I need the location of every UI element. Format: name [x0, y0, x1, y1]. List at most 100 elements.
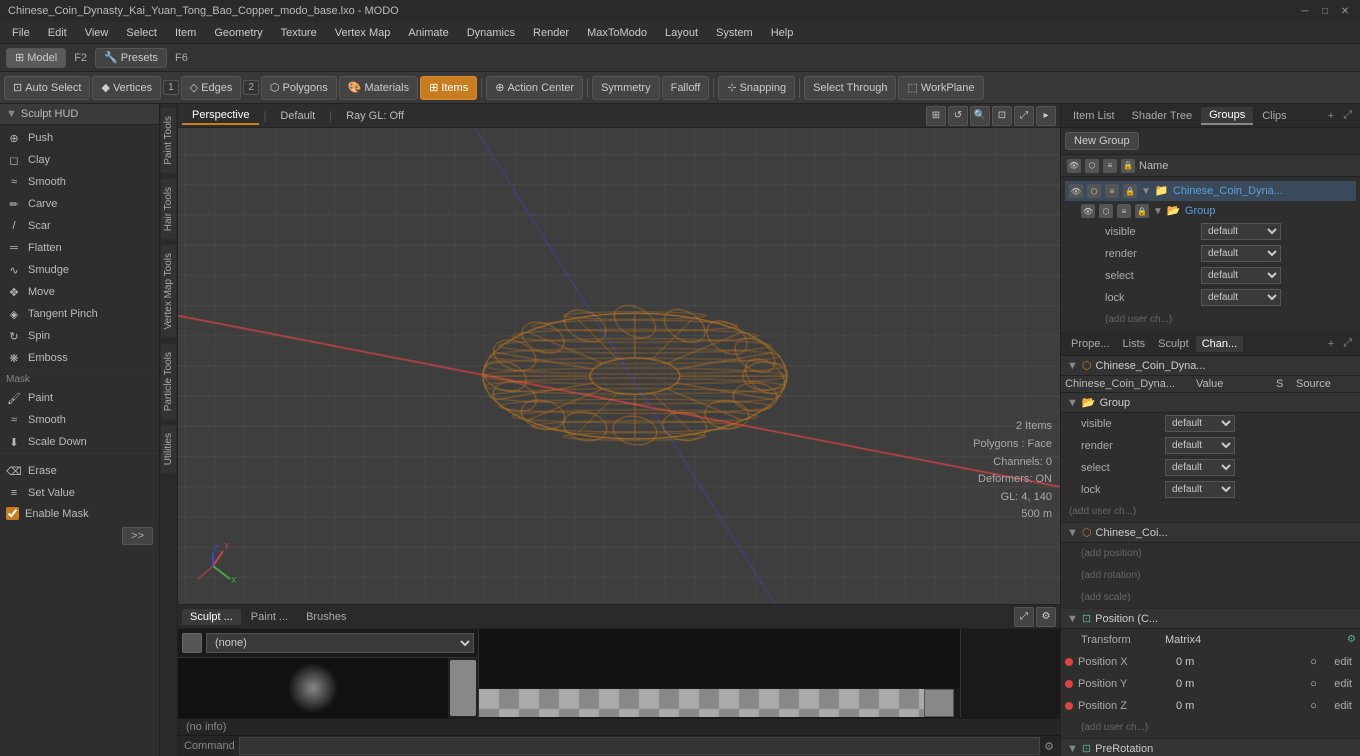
vp-zoom-button[interactable]: 🔍 — [970, 106, 990, 126]
menu-animate[interactable]: Animate — [400, 25, 456, 41]
menu-maxtomodo[interactable]: MaxToModo — [579, 25, 655, 41]
select-through-button[interactable]: Select Through — [804, 76, 896, 100]
menu-system[interactable]: System — [708, 25, 761, 41]
vertices-button[interactable]: ◆ Vertices — [92, 76, 161, 100]
edges-button[interactable]: ◇ Edges — [181, 76, 242, 100]
paint-tools-tab[interactable]: Paint Tools — [161, 108, 176, 173]
tool-clay[interactable]: ◻ Clay — [0, 149, 159, 171]
tool-emboss[interactable]: ❋ Emboss — [0, 347, 159, 369]
render-select[interactable]: default — [1201, 245, 1281, 262]
action-center-button[interactable]: ⊕ Action Center — [486, 76, 583, 100]
right-panel-expand-button[interactable]: ⤢ — [1339, 107, 1356, 124]
position-y-edit[interactable]: edit — [1330, 678, 1356, 690]
preset-select[interactable]: (none) — [206, 633, 474, 653]
presets-button[interactable]: 🔧 Presets — [95, 48, 167, 68]
lock-select[interactable]: default — [1201, 289, 1281, 306]
lists-tab[interactable]: Lists — [1117, 336, 1152, 352]
perspective-tab[interactable]: Perspective — [182, 107, 259, 125]
utilities-tab[interactable]: Utilities — [161, 425, 176, 473]
tool-smudge[interactable]: ∿ Smudge — [0, 259, 159, 281]
tool-spin[interactable]: ↻ Spin — [0, 325, 159, 347]
enable-mask-checkbox[interactable] — [6, 507, 19, 520]
menu-file[interactable]: File — [4, 25, 38, 41]
auto-select-button[interactable]: ⊡ Auto Select — [4, 76, 90, 100]
position-x-edit[interactable]: edit — [1330, 656, 1356, 668]
tool-smooth[interactable]: ≈ Smooth — [0, 171, 159, 193]
tool-mask-smooth[interactable]: ≈ Smooth — [0, 409, 159, 431]
brushes-tab[interactable]: Brushes — [298, 609, 354, 625]
select-select[interactable]: default — [1201, 267, 1281, 284]
menu-view[interactable]: View — [77, 25, 117, 41]
maximize-button[interactable]: □ — [1318, 4, 1332, 18]
tool-mask-paint[interactable]: 🖌 Paint — [0, 387, 159, 409]
clips-tab[interactable]: Clips — [1254, 108, 1294, 124]
model-mode-button[interactable]: ⊞ Model — [6, 48, 66, 68]
menu-vertex-map[interactable]: Vertex Map — [327, 25, 399, 41]
vp-rotate-button[interactable]: ↺ — [948, 106, 968, 126]
vp-fit-button[interactable]: ⊡ — [992, 106, 1012, 126]
tool-push[interactable]: ⊕ Push — [0, 127, 159, 149]
item-list-tab[interactable]: Item List — [1065, 108, 1123, 124]
vp-home-button[interactable]: ⊞ — [926, 106, 946, 126]
group-visible-chan-select[interactable]: default — [1165, 415, 1235, 432]
particle-tools-tab[interactable]: Particle Tools — [161, 344, 176, 419]
menu-dynamics[interactable]: Dynamics — [459, 25, 523, 41]
menu-render[interactable]: Render — [525, 25, 577, 41]
tool-carve[interactable]: ✏ Carve — [0, 193, 159, 215]
materials-button[interactable]: 🎨 Materials — [339, 76, 418, 100]
menu-help[interactable]: Help — [763, 25, 802, 41]
vertex-map-tools-tab[interactable]: Vertex Map Tools — [161, 245, 176, 338]
right-panel-add-button[interactable]: + — [1324, 108, 1338, 124]
props-tab[interactable]: Prope... — [1065, 336, 1116, 352]
transform-settings-button[interactable]: ⚙ — [1347, 634, 1356, 645]
raygl-tab[interactable]: Ray GL: Off — [336, 108, 414, 124]
vp-settings-button[interactable]: ▸ — [1036, 106, 1056, 126]
falloff-button[interactable]: Falloff — [662, 76, 710, 100]
items-button[interactable]: ⊞ Items — [420, 76, 477, 100]
group-lock-chan-select[interactable]: default — [1165, 481, 1235, 498]
group-select-chan-select[interactable]: default — [1165, 459, 1235, 476]
visible-select[interactable]: default — [1201, 223, 1281, 240]
command-input[interactable] — [239, 737, 1040, 755]
menu-texture[interactable]: Texture — [273, 25, 325, 41]
close-button[interactable]: ✕ — [1338, 4, 1352, 18]
menu-layout[interactable]: Layout — [657, 25, 706, 41]
group-row-parent[interactable]: 👁 ⬡ ≡ 🔒 ▼ 📁 Chinese_Coin_Dyna... — [1065, 181, 1356, 201]
shader-tree-tab[interactable]: Shader Tree — [1124, 108, 1201, 124]
workplane-button[interactable]: ⬚ WorkPlane — [898, 76, 983, 100]
tool-move[interactable]: ✥ Move — [0, 281, 159, 303]
props-add-button[interactable]: + — [1324, 338, 1338, 350]
tool-set-value[interactable]: ≡ Set Value — [0, 482, 159, 504]
viewport[interactable]: 2 Items Polygons : Face Channels: 0 Defo… — [178, 128, 1060, 604]
tool-erase[interactable]: ⌫ Erase — [0, 460, 159, 482]
menu-select[interactable]: Select — [118, 25, 165, 41]
hair-tools-tab[interactable]: Hair Tools — [161, 179, 176, 239]
props-expand-button[interactable]: ⤢ — [1339, 337, 1356, 350]
collapse-icon[interactable]: ▼ — [6, 108, 17, 120]
minimize-button[interactable]: ─ — [1298, 4, 1312, 18]
menu-geometry[interactable]: Geometry — [206, 25, 270, 41]
sculpt-tab[interactable]: Sculpt ... — [182, 609, 241, 625]
tool-flatten[interactable]: ═ Flatten — [0, 237, 159, 259]
group-render-chan-select[interactable]: default — [1165, 437, 1235, 454]
bottom-settings-button[interactable]: ⚙ — [1036, 607, 1056, 627]
default-tab[interactable]: Default — [270, 108, 325, 124]
sculpt-tab-prop[interactable]: Sculpt — [1152, 336, 1195, 352]
menu-item[interactable]: Item — [167, 25, 204, 41]
groups-tab[interactable]: Groups — [1201, 107, 1253, 125]
group-row-group[interactable]: 👁 ⬡ ≡ 🔒 ▼ 📂 Group — [1065, 201, 1356, 221]
position-z-edit[interactable]: edit — [1330, 700, 1356, 712]
new-group-button[interactable]: New Group — [1065, 132, 1139, 150]
tool-tangent-pinch[interactable]: ◈ Tangent Pinch — [0, 303, 159, 325]
symmetry-button[interactable]: Symmetry — [592, 76, 660, 100]
snapping-button[interactable]: ⊹ Snapping — [718, 76, 795, 100]
more-tools-button[interactable]: >> — [122, 527, 153, 545]
vp-expand-button[interactable]: ⤢ — [1014, 106, 1034, 126]
chan-tab[interactable]: Chan... — [1196, 336, 1243, 352]
bottom-expand-button[interactable]: ⤢ — [1014, 607, 1034, 627]
polygons-button[interactable]: ⬡ Polygons — [261, 76, 337, 100]
paint-tab[interactable]: Paint ... — [243, 609, 296, 625]
menu-edit[interactable]: Edit — [40, 25, 75, 41]
tool-scale-down[interactable]: ⬇ Scale Down — [0, 431, 159, 453]
tool-scar[interactable]: / Scar — [0, 215, 159, 237]
